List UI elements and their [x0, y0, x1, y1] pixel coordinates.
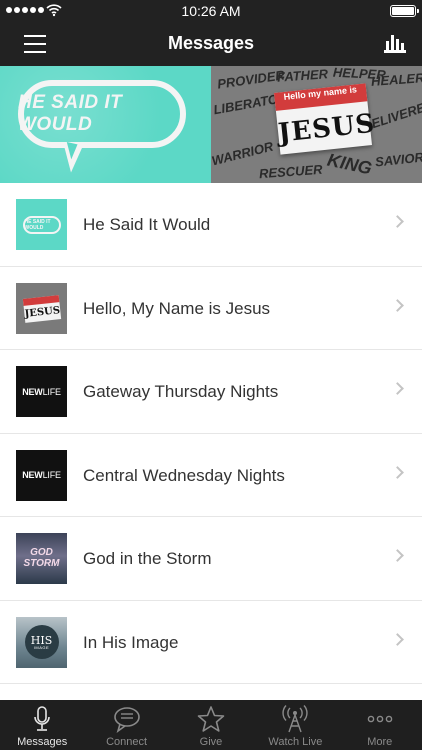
tab-label: Watch Live: [268, 736, 323, 748]
series-title: Hello, My Name is Jesus: [83, 298, 271, 318]
status-time: 10:26 AM: [181, 3, 241, 19]
nav-bar: Messages: [0, 22, 422, 66]
list-item[interactable]: GOD STORM God in the Storm: [0, 517, 422, 601]
logo-text: LIFE: [42, 386, 61, 397]
logo-text: NEW: [22, 386, 43, 397]
tab-messages[interactable]: Messages: [0, 700, 84, 750]
list-item[interactable]: HIS IMAGE In His Image: [0, 601, 422, 684]
bar-chart-icon[interactable]: [384, 33, 406, 53]
status-bar: 10:26 AM: [0, 0, 422, 22]
name-tag-graphic: Hello my name is JESUS: [274, 83, 377, 155]
new-life-church-logo: NEW LIFE: [16, 366, 67, 417]
more-dots-icon: [367, 715, 393, 723]
list-item[interactable]: HE SAID IT WOULD He Said It Would: [0, 183, 422, 267]
hello-my-name-is-jesus-banner[interactable]: PROVIDER FATHER HELPER HEALER LIBERATOR …: [211, 66, 422, 183]
thumbnail-emblem: HIS IMAGE: [24, 625, 59, 659]
chevron-right-icon: [391, 465, 404, 479]
series-title: Gateway Thursday Nights: [83, 382, 279, 401]
list-item[interactable]: NEW LIFE Gateway Thursday Nights: [0, 350, 422, 434]
banner-title: HE SAID IT WOULD: [18, 92, 123, 135]
thumbnail-text: GOD: [30, 547, 53, 558]
series-title: God in the Storm: [83, 549, 212, 568]
microphone-icon: [34, 706, 50, 731]
tab-label: Messages: [17, 736, 68, 748]
series-thumbnail: HIS IMAGE: [16, 616, 67, 668]
tab-label: Connect: [106, 736, 148, 748]
series-title: Central Wednesday Nights: [83, 465, 285, 485]
featured-series-banner: HE SAID IT WOULD PROVIDER FATHER HELPER …: [0, 66, 422, 183]
thumbnail-text: HE SAID IT WOULD: [22, 215, 61, 234]
chevron-right-icon: [391, 549, 404, 562]
logo-text: LIFE: [42, 470, 61, 480]
series-thumbnail: HE SAID IT WOULD: [16, 199, 67, 250]
tab-watch-live[interactable]: Watch Live: [253, 700, 337, 750]
broadcast-tower-icon: [282, 705, 309, 733]
series-thumbnail: JESUS: [16, 282, 67, 334]
chevron-right-icon: [391, 632, 404, 646]
tab-more[interactable]: More: [338, 700, 422, 750]
banner-word: HEALER: [370, 70, 422, 89]
chevron-right-icon: [391, 298, 404, 312]
name-tag-name: JESUS: [276, 108, 377, 149]
thumbnail-text: JESUS: [22, 294, 62, 323]
tab-give[interactable]: Give: [169, 700, 253, 750]
banner-word: SAVIOR: [374, 149, 422, 170]
page-title: Messages: [167, 33, 255, 53]
banner-word: WARRIOR: [211, 138, 275, 169]
thumbnail-text: HIS: [30, 633, 53, 647]
series-list: HE SAID IT WOULD He Said It Would JESUS …: [0, 183, 422, 700]
chevron-right-icon: [391, 215, 404, 228]
he-said-it-would-banner[interactable]: HE SAID IT WOULD: [0, 66, 211, 183]
banner-word: RESCUER: [258, 161, 324, 182]
tab-label: Give: [199, 736, 223, 748]
tab-connect[interactable]: Connect: [84, 700, 168, 750]
logo-text: NEW: [22, 470, 43, 480]
new-life-church-logo: NEW LIFE: [16, 449, 67, 501]
name-tag-hello: Hello my name is: [283, 84, 358, 102]
series-thumbnail: GOD STORM: [16, 533, 67, 584]
banner-word: PROVIDER: [216, 67, 286, 92]
tab-bar: Messages Connect Give Watch Live More: [0, 700, 422, 750]
thumbnail-text: IMAGE: [33, 644, 50, 650]
series-title: He Said It Would: [83, 215, 211, 234]
list-item[interactable]: JESUS Hello, My Name is Jesus: [0, 267, 422, 350]
banner-word: FATHER: [276, 66, 329, 85]
star-icon: [197, 706, 225, 732]
banner-word: KING: [325, 149, 374, 179]
tab-label: More: [367, 736, 393, 748]
list-item[interactable]: NEW LIFE Central Wednesday Nights: [0, 434, 422, 517]
battery-icon: [390, 5, 419, 17]
thumbnail-text: STORM: [23, 557, 60, 569]
series-title: In His Image: [83, 632, 179, 652]
chevron-right-icon: [391, 382, 404, 395]
chat-bubble-icon: [113, 707, 140, 733]
